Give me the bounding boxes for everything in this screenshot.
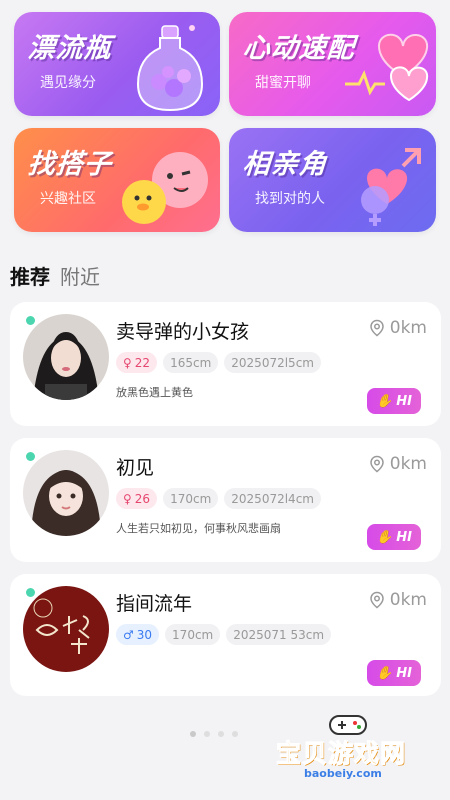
- speed-match-card[interactable]: 心动速配 甜蜜开聊: [229, 12, 436, 116]
- id-badge: 2025071 53cm: [226, 624, 332, 645]
- username: 卖导弹的小女孩: [116, 321, 250, 343]
- female-symbol-icon: ♀: [123, 491, 132, 506]
- user-tags: ♂ 30 170cm 2025071 53cm: [116, 624, 332, 645]
- page-dot-active: [190, 731, 196, 737]
- user-card[interactable]: 卖导弹的小女孩 0km ♀ 22 165cm 2025072l5cm 放黑色遇上…: [10, 302, 441, 426]
- gender-age-badge: ♂ 30: [116, 624, 160, 645]
- location-pin-icon: [370, 455, 384, 473]
- id-badge: 2025072l4cm: [224, 488, 321, 509]
- hearts-icon: [345, 33, 429, 102]
- gender-hearts-icon: [361, 148, 421, 226]
- drift-bottle-card[interactable]: 漂流瓶 遇见缘分: [14, 12, 220, 116]
- user-tags: ♀ 22 165cm 2025072l5cm: [116, 352, 321, 373]
- feed-tabs: 推荐 附近: [10, 261, 100, 290]
- blind-date-title: 相亲角: [241, 149, 328, 180]
- find-buddy-card[interactable]: 找搭子 兴趣社区: [14, 128, 220, 232]
- distance-value: 0km: [389, 590, 427, 610]
- site-watermark: 宝贝游戏网 baobeiy.com: [270, 712, 440, 792]
- feature-grid: 漂流瓶 遇见缘分 心动速配 甜蜜开聊 找搭子 兴趣社区 相亲角 找到对的人: [0, 0, 450, 240]
- height-badge: 165cm: [163, 352, 219, 373]
- age-value: 22: [134, 355, 151, 370]
- say-hi-button[interactable]: ✋ HI: [367, 388, 421, 414]
- page-indicator: [190, 731, 238, 737]
- page-dot: [204, 731, 210, 737]
- tab-nearby[interactable]: 附近: [60, 261, 100, 290]
- distance-value: 0km: [389, 454, 427, 474]
- say-hi-label: HI: [396, 529, 412, 545]
- online-indicator: [26, 588, 35, 597]
- blind-date-card[interactable]: 相亲角 找到对的人: [229, 128, 436, 232]
- user-bio: 人生若只如初见，何事秋风悲画扇: [116, 522, 281, 535]
- distance: 0km: [368, 590, 427, 610]
- say-hi-label: HI: [396, 393, 412, 409]
- say-hi-label: HI: [396, 665, 412, 681]
- say-hi-button[interactable]: ✋ HI: [367, 524, 421, 550]
- male-symbol-icon: ♂: [123, 627, 134, 642]
- online-indicator: [26, 316, 35, 325]
- user-bio: 放黑色遇上黄色: [116, 386, 193, 399]
- height-badge: 170cm: [165, 624, 221, 645]
- drift-bottle-title: 漂流瓶: [26, 33, 113, 64]
- tab-recommend[interactable]: 推荐: [10, 261, 50, 290]
- distance: 0km: [368, 318, 427, 338]
- page-dot: [218, 731, 224, 737]
- username: 初见: [116, 457, 155, 479]
- female-symbol-icon: ♀: [123, 355, 132, 370]
- emoji-faces-icon: [122, 152, 208, 224]
- wave-hand-icon: ✋: [376, 393, 393, 409]
- user-card[interactable]: 初见 0km ♀ 26 170cm 2025072l4cm 人生若只如初见，何事…: [10, 438, 441, 562]
- age-value: 26: [134, 491, 151, 506]
- wave-hand-icon: ✋: [376, 665, 393, 681]
- find-buddy-title: 找搭子: [26, 149, 113, 180]
- speed-match-subtitle: 甜蜜开聊: [255, 75, 311, 91]
- online-indicator: [26, 452, 35, 461]
- wave-hand-icon: ✋: [376, 529, 393, 545]
- distance-value: 0km: [389, 318, 427, 338]
- user-tags: ♀ 26 170cm 2025072l4cm: [116, 488, 321, 509]
- avatar[interactable]: [23, 450, 109, 536]
- bottle-icon: [136, 25, 204, 112]
- find-buddy-subtitle: 兴趣社区: [40, 191, 96, 207]
- watermark-text: 宝贝游戏网: [275, 739, 407, 769]
- distance: 0km: [368, 454, 427, 474]
- gender-age-badge: ♀ 22: [116, 352, 158, 373]
- say-hi-button[interactable]: ✋ HI: [367, 660, 421, 686]
- id-badge: 2025072l5cm: [224, 352, 321, 373]
- user-card[interactable]: 指间流年 0km ♂ 30 170cm 2025071 53cm ✋ HI: [10, 574, 441, 696]
- location-pin-icon: [370, 591, 384, 609]
- age-value: 30: [136, 627, 153, 642]
- username: 指间流年: [116, 593, 193, 615]
- drift-bottle-subtitle: 遇见缘分: [40, 75, 96, 91]
- blind-date-subtitle: 找到对的人: [255, 191, 325, 207]
- avatar[interactable]: [23, 586, 109, 672]
- height-badge: 170cm: [163, 488, 219, 509]
- page-dot: [232, 731, 238, 737]
- location-pin-icon: [370, 319, 384, 337]
- avatar[interactable]: [23, 314, 109, 400]
- gender-age-badge: ♀ 26: [116, 488, 158, 509]
- watermark-url: baobeiy.com: [304, 767, 382, 780]
